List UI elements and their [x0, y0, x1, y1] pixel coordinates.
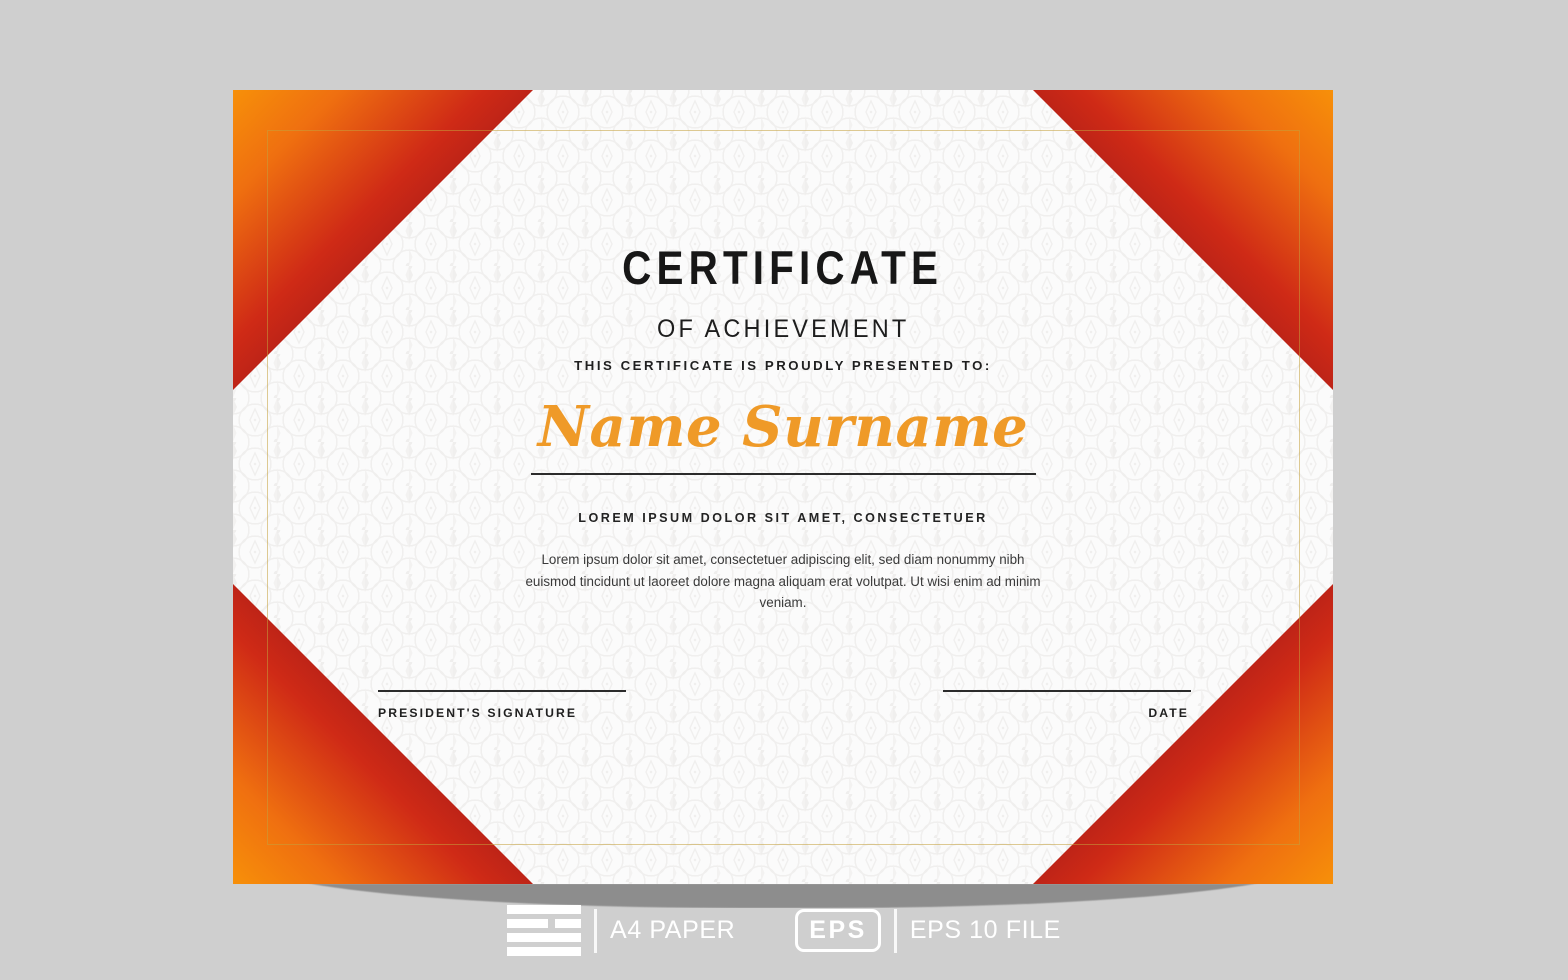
- presented-to-line: THIS CERTIFICATE IS PROUDLY PRESENTED TO…: [574, 358, 992, 373]
- footer-badges: A4 PAPER EPS EPS 10 FILE: [0, 905, 1568, 956]
- eps-logo-icon: EPS: [795, 909, 881, 952]
- badge-divider: [893, 908, 897, 953]
- signature-row: PRESIDENT'S SIGNATURE DATE: [378, 690, 1191, 720]
- badge-label-eps-file: EPS 10 FILE: [909, 916, 1061, 944]
- certificate-title: CERTIFICATE: [622, 241, 944, 294]
- badge-label-a4-paper: A4 PAPER: [610, 916, 736, 944]
- badge-eps-file: EPS EPS 10 FILE: [795, 908, 1061, 953]
- document-lines-icon: [507, 905, 582, 956]
- signature-label-president: PRESIDENT'S SIGNATURE: [378, 706, 578, 720]
- screenshot-stage: CERTIFICATE OF ACHIEVEMENT THIS CERTIFIC…: [0, 0, 1568, 980]
- certificate-body-text: Lorem ipsum dolor sit amet, consectetuer…: [525, 552, 1041, 611]
- signature-label-date: DATE: [1148, 706, 1189, 720]
- recipient-name-rule: [530, 473, 1036, 475]
- certificate-card: CERTIFICATE OF ACHIEVEMENT THIS CERTIFIC…: [233, 90, 1333, 884]
- certificate-tagline: LOREM IPSUM DOLOR SIT AMET, CONSECTETUER: [578, 511, 988, 525]
- certificate-subtitle: OF ACHIEVEMENT: [656, 315, 910, 343]
- badge-divider: [594, 908, 598, 953]
- recipient-name: Name Surname: [537, 394, 1029, 460]
- certificate-content: CERTIFICATE OF ACHIEVEMENT THIS CERTIFIC…: [233, 90, 1333, 884]
- signature-line-date: [943, 690, 1191, 692]
- signature-block-date: DATE: [943, 690, 1191, 720]
- badge-a4-paper: A4 PAPER: [507, 905, 735, 956]
- signature-block-president: PRESIDENT'S SIGNATURE: [378, 690, 626, 720]
- signature-line-president: [378, 690, 626, 692]
